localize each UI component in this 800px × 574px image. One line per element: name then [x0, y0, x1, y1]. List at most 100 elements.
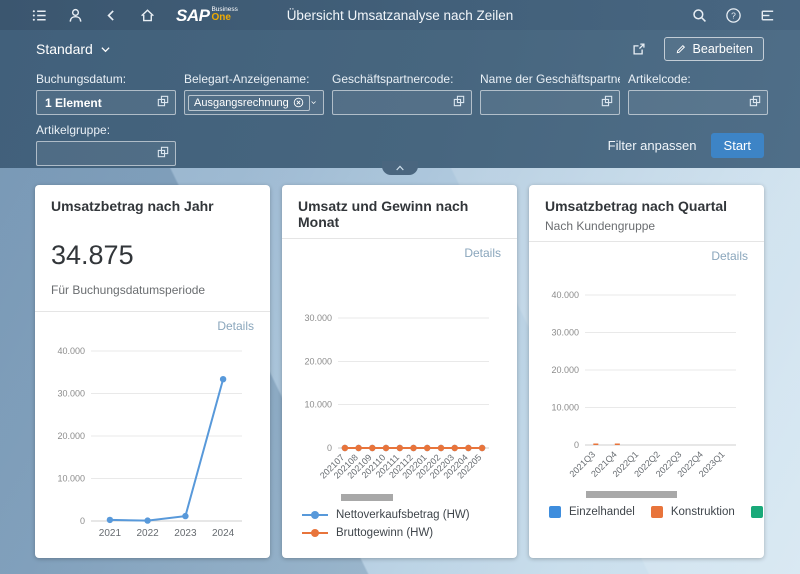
- share-icon[interactable]: [624, 36, 654, 62]
- dashboard-content: Umsatzbetrag nach Jahr 34.875 Für Buchun…: [0, 168, 800, 574]
- variant-selector[interactable]: Standard: [36, 41, 112, 57]
- svg-text:0: 0: [80, 516, 85, 526]
- chevron-down-icon: [99, 43, 112, 56]
- svg-text:30.000: 30.000: [57, 389, 85, 399]
- filter-field-artikelgruppe: Artikelgruppe:: [36, 123, 176, 166]
- logo-one-text: One: [211, 13, 237, 23]
- edit-button[interactable]: Bearbeiten: [664, 37, 764, 61]
- filter-field-geschaeftspartnergruppe: Name der Geschäftspartnergr...: [480, 72, 620, 115]
- user-icon[interactable]: [60, 2, 90, 28]
- subheader: Standard Bearbeiten: [0, 30, 800, 68]
- chevron-up-icon: [394, 163, 406, 173]
- legend-label: Konstruktion: [671, 506, 735, 518]
- shell-right-actions: ?: [530, 2, 800, 28]
- home-icon[interactable]: [132, 2, 162, 28]
- details-link[interactable]: Details: [464, 246, 501, 260]
- svg-text:?: ?: [731, 10, 736, 20]
- search-icon[interactable]: [684, 2, 714, 28]
- kpi-value: 34.875: [51, 240, 254, 271]
- chart-legend: Nettoverkaufsbetrag (HW) Bruttogewinn (HW…: [282, 501, 517, 539]
- filter-label-artikelcode: Artikelcode:: [628, 72, 768, 86]
- header-filter-panel: Standard Bearbeiten Buchungsdatum:: [0, 30, 800, 168]
- card-title: Umsatzbetrag nach Quartal: [545, 198, 748, 214]
- filter-label-belegart: Belegart-Anzeigename:: [184, 72, 324, 86]
- filter-field-geschaeftspartnercode: Geschäftspartnercode:: [332, 72, 472, 115]
- belegart-select[interactable]: Ausgangsrechnung: [184, 90, 324, 115]
- value-help-icon[interactable]: [156, 94, 170, 113]
- app-screen: SAP Business One Übersicht Umsatzanalyse…: [0, 0, 800, 574]
- svg-text:10.000: 10.000: [551, 403, 579, 413]
- legend-item[interactable]: Einzelhandel: [549, 506, 635, 518]
- geschaeftspartnergruppe-input[interactable]: [480, 90, 620, 115]
- menu-lines-icon[interactable]: [752, 2, 782, 28]
- adapt-filters-link[interactable]: Filter anpassen: [608, 138, 697, 153]
- svg-text:10.000: 10.000: [304, 400, 332, 410]
- page-title: Übersicht Umsatzanalyse nach Zeilen: [270, 8, 530, 23]
- filter-label-artikelgruppe: Artikelgruppe:: [36, 123, 176, 137]
- artikelgruppe-input[interactable]: [36, 141, 176, 166]
- chart-scrollbar[interactable]: [586, 491, 677, 498]
- legend-item[interactable]: Warenhaus: [751, 506, 764, 518]
- variant-label: Standard: [36, 41, 93, 57]
- svg-text:10.000: 10.000: [57, 474, 85, 484]
- legend-marker: [302, 514, 328, 516]
- legend-label: Einzelhandel: [569, 506, 635, 518]
- buchungsdatum-input[interactable]: [36, 90, 176, 115]
- svg-text:20.000: 20.000: [57, 431, 85, 441]
- svg-text:30.000: 30.000: [304, 313, 332, 323]
- svg-text:2023: 2023: [174, 528, 197, 539]
- legend-item[interactable]: Konstruktion: [651, 506, 735, 518]
- artikelcode-input[interactable]: [628, 90, 768, 115]
- filter-field-artikelcode: Artikelcode:: [628, 72, 768, 115]
- umsatz-jahr-chart[interactable]: 010.00020.00030.00040.000202120222023202…: [51, 337, 254, 545]
- filter-label-buchungsdatum: Buchungsdatum:: [36, 72, 176, 86]
- card-subtitle: Nach Kundengruppe: [545, 219, 748, 233]
- legend-marker: [549, 506, 561, 518]
- value-help-icon[interactable]: [600, 94, 614, 113]
- filter-label-geschaeftspartnercode: Geschäftspartnercode:: [332, 72, 472, 86]
- chart-legend: Einzelhandel Konstruktion Warenhaus: [529, 498, 764, 518]
- svg-text:30.000: 30.000: [551, 328, 579, 338]
- scrollbar-track: [545, 491, 748, 498]
- chart-scrollbar[interactable]: [341, 494, 394, 501]
- legend-label: Nettoverkaufsbetrag (HW): [336, 509, 470, 521]
- back-icon[interactable]: [96, 2, 126, 28]
- help-icon[interactable]: ?: [718, 2, 748, 28]
- card-umsatzbetrag-nach-quartal: Umsatzbetrag nach Quartal Nach Kundengru…: [529, 185, 764, 558]
- value-help-icon[interactable]: [452, 94, 466, 113]
- value-help-icon[interactable]: [748, 94, 762, 113]
- umsatz-quartal-chart[interactable]: 010.00020.00030.00040.0002021Q32021Q4202…: [545, 267, 748, 491]
- edit-button-label: Bearbeiten: [693, 42, 753, 56]
- geschaeftspartnercode-input[interactable]: [332, 90, 472, 115]
- svg-text:20.000: 20.000: [551, 365, 579, 375]
- filter-field-belegart: Belegart-Anzeigename: Ausgangsrechnung: [184, 72, 324, 115]
- svg-text:2022: 2022: [136, 528, 159, 539]
- details-link[interactable]: Details: [711, 249, 748, 263]
- cards-row: Umsatzbetrag nach Jahr 34.875 Für Buchun…: [0, 168, 800, 558]
- menu-list-icon[interactable]: [24, 2, 54, 28]
- details-link[interactable]: Details: [217, 319, 254, 333]
- card-title: Umsatzbetrag nach Jahr: [51, 198, 254, 214]
- card-umsatzbetrag-nach-jahr: Umsatzbetrag nach Jahr 34.875 Für Buchun…: [35, 185, 270, 558]
- filter-label-geschaeftspartnergruppe: Name der Geschäftspartnergr...: [480, 72, 620, 86]
- legend-marker: [651, 506, 663, 518]
- legend-item[interactable]: Bruttogewinn (HW): [302, 527, 517, 539]
- remove-token-icon[interactable]: [293, 97, 304, 108]
- umsatz-gewinn-monat-chart[interactable]: 010.00020.00030.000202107202108202109202…: [298, 264, 501, 494]
- card-umsatz-gewinn-nach-monat: Umsatz und Gewinn nach Monat Details 010…: [282, 185, 517, 558]
- svg-text:40.000: 40.000: [551, 290, 579, 300]
- sap-logo-text: SAP: [176, 7, 209, 24]
- legend-marker: [751, 506, 763, 518]
- legend-item[interactable]: Nettoverkaufsbetrag (HW): [302, 509, 517, 521]
- collapse-filter-bar-button[interactable]: [382, 161, 418, 175]
- go-button[interactable]: Start: [711, 133, 764, 158]
- value-help-icon[interactable]: [156, 145, 170, 164]
- svg-text:0: 0: [327, 443, 332, 453]
- filterbar-actions: Filter anpassen Start: [608, 133, 764, 158]
- svg-text:20.000: 20.000: [304, 356, 332, 366]
- pencil-icon: [675, 43, 687, 55]
- filter-token: Ausgangsrechnung: [188, 95, 310, 111]
- legend-marker: [302, 532, 328, 534]
- kpi-subtitle: Für Buchungsdatumsperiode: [51, 283, 254, 303]
- shell-header: SAP Business One Übersicht Umsatzanalyse…: [0, 0, 800, 30]
